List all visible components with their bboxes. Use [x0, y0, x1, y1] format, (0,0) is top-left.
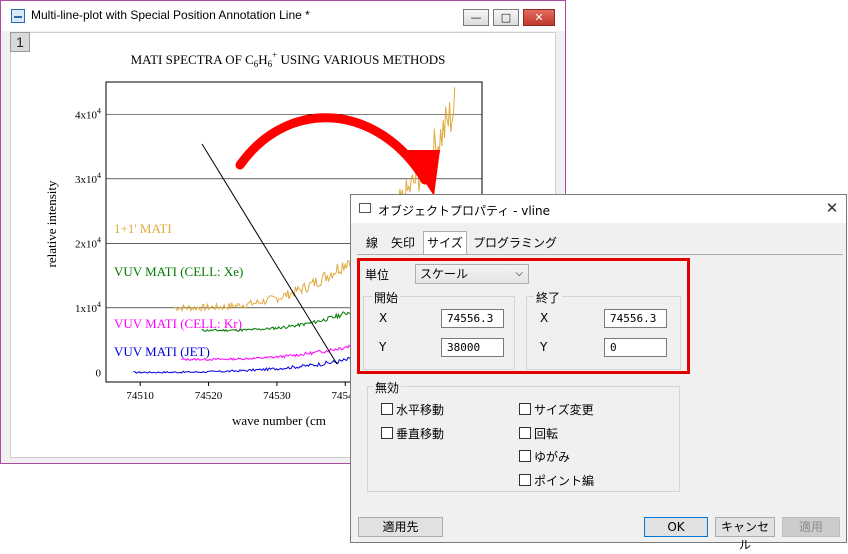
series-label-cell-xe: VUV MATI (CELL: Xe) [114, 264, 243, 279]
dialog-title: オブジェクトプロパティ - vline [378, 204, 550, 218]
red-arrow-curve [235, 113, 430, 185]
checkbox-resize[interactable] [519, 403, 531, 415]
dialog-close-icon[interactable]: ✕ [823, 199, 841, 217]
checkbox-point-edit[interactable] [519, 474, 531, 486]
apply-button[interactable]: 適用 [782, 517, 840, 537]
y-tick-label: 2x104 [75, 235, 101, 250]
disable-group-label: 無効 [373, 379, 402, 396]
cancel-button[interactable]: キャンセル [715, 517, 775, 552]
checkbox-rotate-label: 回転 [534, 427, 559, 441]
x-axis-ticks: 74510 74520 74530 74540 [126, 382, 360, 402]
checkbox-resize-label: サイズ変更 [534, 403, 594, 417]
y-axis-label: relative intensity [44, 180, 59, 268]
tab-size[interactable]: サイズ [423, 231, 467, 255]
checkbox-skew[interactable] [519, 450, 531, 462]
chart-title: MATI SPECTRA OF C6H6+ USING VARIOUS METH… [131, 50, 446, 69]
y-tick-label: 4x104 [75, 106, 101, 121]
apply-to-button[interactable]: 適用先 [358, 517, 443, 537]
x-tick-label: 74530 [263, 390, 291, 402]
tab-line[interactable]: 線 [364, 233, 380, 253]
checkbox-point-edit-label: ポイント編 [534, 474, 595, 488]
dialog-titlebar[interactable]: オブジェクトプロパティ - vline ✕ [351, 195, 846, 223]
checkbox-vertical-move[interactable] [381, 427, 393, 439]
series-label-1p1-mati: 1+1' MATI [114, 221, 172, 236]
x-tick-label: 74510 [126, 390, 154, 402]
x-tick-label: 74520 [195, 390, 223, 402]
y-tick-label: 1x104 [75, 300, 101, 315]
x-axis-label: wave number (cm [232, 413, 326, 428]
checkbox-vertical-move-label: 垂直移動 [396, 427, 445, 441]
tab-arrow[interactable]: 矢印 [389, 233, 417, 253]
y-tick-label: 3x104 [75, 171, 101, 186]
y-tick-label: 0 [96, 367, 102, 379]
ok-button[interactable]: OK [644, 517, 708, 537]
tab-programming[interactable]: プログラミング [471, 233, 559, 253]
checkbox-rotate[interactable] [519, 427, 531, 439]
y-axis-ticks: 4x104 3x104 2x104 1x104 0 [75, 106, 102, 379]
tab-pane-border [357, 254, 843, 255]
series-label-cell-kr: VUV MATI (CELL: Kr) [114, 316, 242, 331]
series-label-jet: VUV MATI (JET) [114, 344, 210, 359]
checkbox-horizontal-move[interactable] [381, 403, 393, 415]
dialog-icon [359, 203, 371, 213]
checkbox-horizontal-move-label: 水平移動 [396, 403, 445, 417]
size-settings-highlight [357, 258, 690, 374]
checkbox-skew-label: ゆがみ [534, 450, 571, 464]
